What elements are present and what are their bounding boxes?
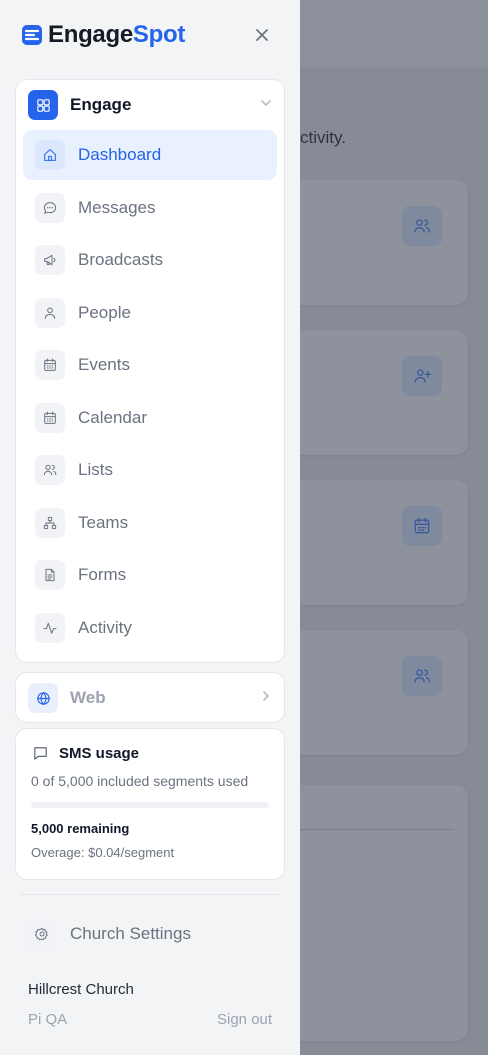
background-stat-card [300, 480, 468, 605]
sidebar-item-messages[interactable]: Messages [23, 183, 277, 233]
sidebar-item-label: People [78, 302, 131, 322]
close-drawer-button[interactable] [252, 25, 272, 45]
background-stat-card [300, 180, 468, 305]
sidebar-item-calendar[interactable]: Calendar [23, 393, 277, 443]
sidebar-item-label: Broadcasts [78, 250, 164, 269]
users-icon [402, 206, 442, 246]
church-settings-label: Church Settings [70, 924, 191, 943]
sidebar-item-dashboard[interactable]: Dashboard [23, 130, 277, 180]
chevron-right-icon [260, 689, 272, 707]
user-plus-icon [402, 356, 442, 396]
user-name: Pi QA [28, 1011, 68, 1028]
brand-name-part2: Spot [132, 21, 186, 48]
sidebar-item-activity[interactable]: Activity [23, 603, 277, 653]
message-square-icon [34, 747, 47, 760]
megaphone-icon [35, 245, 65, 275]
sidebar-item-lists[interactable]: Lists [23, 445, 277, 495]
web-nav-group: Web [15, 672, 285, 723]
church-settings-link[interactable]: Church Settings [27, 919, 191, 949]
sidebar-item-forms[interactable]: Forms [23, 550, 277, 600]
org-chart-icon [35, 507, 65, 538]
sidebar-item-teams[interactable]: Teams [23, 498, 277, 548]
sidebar-item-label: Teams [78, 512, 129, 532]
home-icon [35, 140, 65, 170]
calendar-icon [35, 402, 65, 433]
sidebar-item-label: Messages [78, 197, 156, 217]
sidebar-item-broadcasts[interactable]: Broadcasts [23, 235, 277, 285]
nav-drawer: Engage Spot Engage Dashboard Messages Bro… [0, 0, 300, 1055]
engage-nav-group: Engage Dashboard Messages Broadcasts Peo… [15, 79, 285, 663]
web-group-title: Web [70, 688, 106, 707]
sms-remaining: 5,000 remaining [31, 821, 130, 836]
background-list-card [300, 785, 468, 1041]
gear-icon [27, 919, 57, 949]
globe-icon [28, 683, 58, 713]
chevron-down-icon [260, 96, 272, 114]
sidebar-item-label: Dashboard [78, 145, 162, 164]
sms-usage-count: 0 of 5,000 included segments used [31, 773, 249, 789]
users-icon [402, 656, 442, 696]
person-icon [35, 297, 65, 328]
background-subtitle: ctivity. [300, 128, 346, 147]
sidebar-item-events[interactable]: Events [23, 340, 277, 390]
chat-bubble-icon [35, 192, 65, 223]
calendar-grid-icon [35, 350, 65, 380]
logo-mark-icon [22, 25, 42, 45]
brand-logo[interactable]: Engage Spot [22, 20, 185, 50]
sidebar-item-label: Forms [78, 565, 127, 584]
sidebar-item-label: Lists [78, 460, 113, 479]
brand-name-part1: Engage [48, 21, 133, 48]
web-group-header[interactable]: Web [16, 673, 284, 723]
sms-usage-card: SMS usage 0 of 5,000 included segments u… [15, 728, 285, 880]
calendar-icon [402, 506, 442, 546]
users-icon [35, 455, 65, 485]
sms-overage-rate: Overage: $0.04/segment [31, 845, 175, 860]
background-stat-card [300, 630, 468, 755]
grid-apps-icon [28, 90, 58, 120]
document-icon [35, 560, 65, 590]
sidebar-item-people[interactable]: People [23, 288, 277, 338]
engage-group-title: Engage [70, 95, 132, 114]
sign-out-link[interactable]: Sign out [217, 1011, 272, 1028]
sidebar-item-label: Events [78, 355, 130, 374]
background-stat-card [300, 330, 468, 455]
sidebar-item-label: Activity [78, 617, 132, 637]
background-divider [300, 829, 454, 830]
footer-divider [20, 894, 280, 895]
activity-pulse-icon [35, 612, 65, 643]
background-header [300, 0, 488, 68]
close-icon [256, 29, 268, 41]
sms-usage-title: SMS usage [59, 745, 140, 762]
sidebar-item-label: Calendar [78, 407, 147, 427]
church-name: Hillcrest Church [28, 981, 134, 998]
engage-group-header[interactable]: Engage [16, 80, 284, 130]
